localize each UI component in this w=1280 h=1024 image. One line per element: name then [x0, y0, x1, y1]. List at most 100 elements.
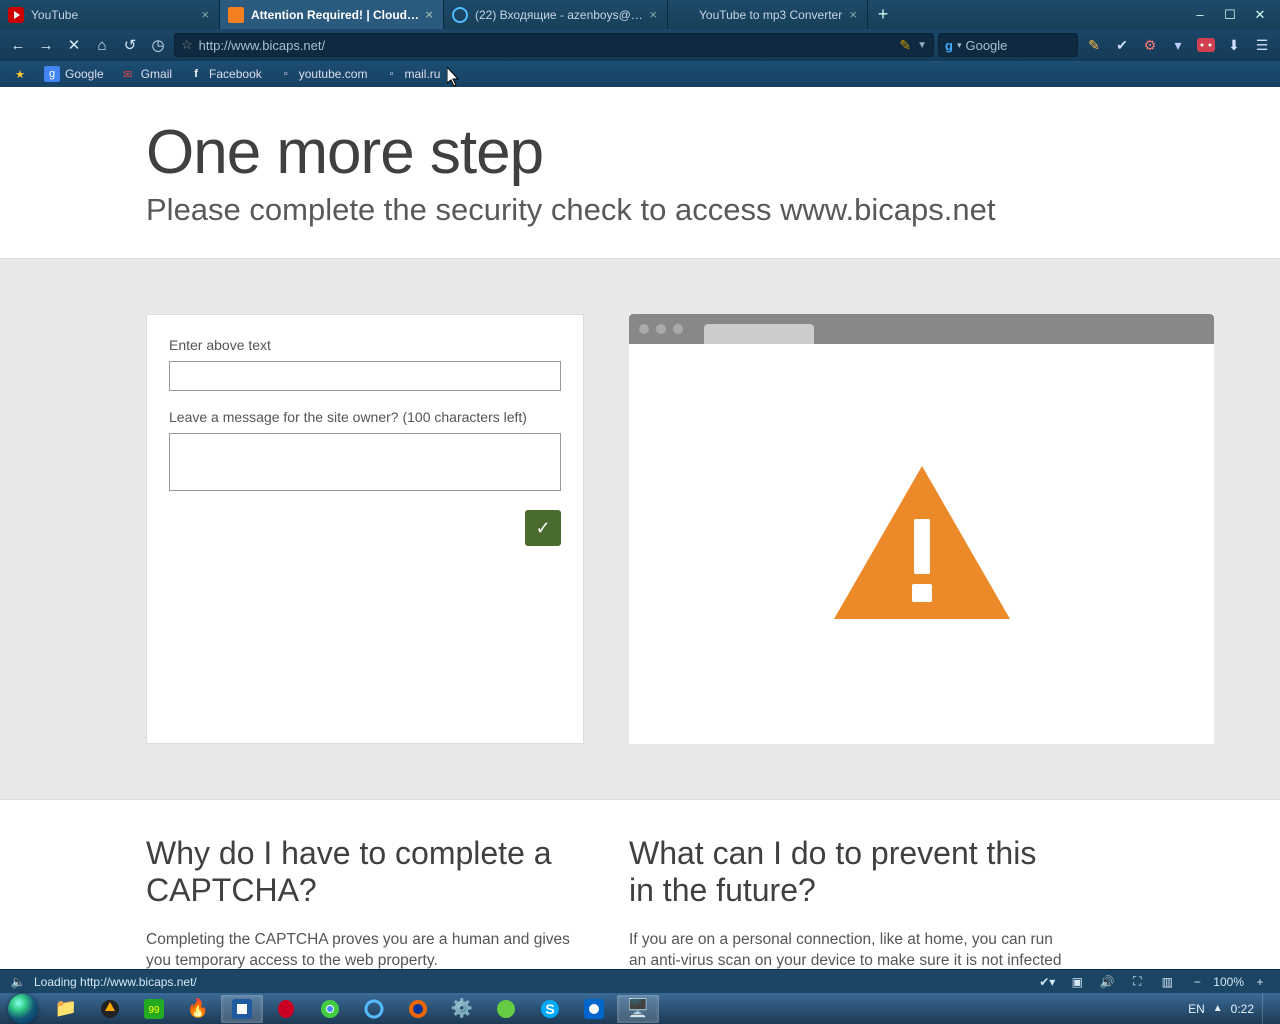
task-ie[interactable] [353, 995, 395, 1023]
home-button[interactable]: ⌂ [90, 33, 114, 57]
cloudflare-icon [228, 7, 244, 23]
show-desktop-button[interactable] [1262, 993, 1274, 1024]
close-button[interactable]: ✕ [1246, 5, 1274, 25]
page-viewport[interactable]: One more step Please complete the securi… [0, 87, 1280, 969]
task-app[interactable]: ⚙️ [441, 995, 483, 1023]
bookmark-label: mail.ru [404, 67, 440, 81]
search-bar[interactable]: g▾ Google [938, 33, 1078, 57]
speaker-icon[interactable]: 🔈 [8, 975, 28, 989]
panel-icon[interactable]: ▣ [1065, 973, 1089, 991]
back-button[interactable]: ← [6, 33, 30, 57]
google-icon: g [945, 38, 953, 53]
settings-icon[interactable]: ⚙ [1138, 33, 1162, 57]
page-icon: ▫ [278, 66, 294, 82]
forward-button[interactable]: → [34, 33, 58, 57]
stop-button[interactable]: ✕ [62, 33, 86, 57]
captcha-input[interactable] [169, 361, 561, 391]
task-browser[interactable] [221, 995, 263, 1023]
extensions-icon[interactable]: ▾ [1166, 33, 1190, 57]
volume-icon[interactable]: 🔊 [1095, 973, 1119, 991]
menu-icon[interactable]: ☰ [1250, 33, 1274, 57]
zoom-in-button[interactable]: + [1248, 973, 1272, 991]
system-tray: EN ▲ 0:22 [1188, 993, 1278, 1024]
task-chrome[interactable] [309, 995, 351, 1023]
wand2-icon[interactable]: ✎ [1082, 33, 1106, 57]
sync-icon[interactable]: ✔ [1110, 33, 1134, 57]
task-teamviewer[interactable] [573, 995, 615, 1023]
task-app[interactable]: 🔥 [177, 995, 219, 1023]
fit-icon[interactable]: ⛶ [1125, 973, 1149, 991]
bookmarks-menu[interactable]: ★ [6, 64, 34, 84]
tab-cloudflare[interactable]: Attention Required! | CloudFlare × [220, 0, 444, 29]
dot-icon [673, 324, 683, 334]
close-icon[interactable]: × [425, 7, 433, 22]
tray-expand-icon[interactable]: ▲ [1213, 1003, 1223, 1014]
dropdown-icon[interactable]: ▼ [917, 40, 927, 51]
tab-youtube[interactable]: YouTube × [0, 0, 220, 29]
reload-button[interactable]: ↺ [118, 33, 142, 57]
bookmarks-bar: ★ gGoogle ✉Gmail fFacebook ▫youtube.com … [0, 61, 1280, 87]
maximize-button[interactable]: ☐ [1216, 5, 1244, 25]
task-explorer[interactable]: 📁 [45, 995, 87, 1023]
new-tab-button[interactable]: + [868, 0, 898, 29]
history-button[interactable]: ◷ [146, 33, 170, 57]
zoom-out-button[interactable]: − [1185, 973, 1209, 991]
bookmark-google[interactable]: g Google [38, 64, 110, 84]
bookmark-facebook[interactable]: fFacebook [182, 64, 268, 84]
dot-icon [639, 324, 649, 334]
close-icon[interactable]: × [849, 7, 857, 22]
youtube-icon [8, 7, 24, 23]
lang-indicator[interactable]: EN [1188, 1002, 1205, 1016]
facebook-icon: f [188, 66, 204, 82]
close-icon[interactable]: × [649, 7, 657, 22]
bookmark-label: Google [65, 67, 104, 81]
browser-illustration [629, 314, 1214, 744]
zoom-value: 100% [1213, 975, 1244, 989]
task-opera[interactable] [265, 995, 307, 1023]
task-firefox[interactable] [397, 995, 439, 1023]
faq-title: Why do I have to complete a CAPTCHA? [146, 835, 584, 909]
captcha-label: Enter above text [169, 337, 561, 353]
page-subtitle: Please complete the security check to ac… [146, 192, 1216, 228]
images-icon[interactable]: ▥ [1155, 973, 1179, 991]
windows-orb-icon [8, 994, 38, 1024]
start-button[interactable] [2, 993, 44, 1024]
submit-button[interactable]: ✓ [525, 510, 561, 546]
downloads-icon[interactable]: ⬇ [1222, 33, 1246, 57]
task-app[interactable]: 99 [133, 995, 175, 1023]
task-app[interactable] [485, 995, 527, 1023]
star-icon: ★ [12, 66, 28, 82]
status-text: Loading http://www.bicaps.net/ [34, 975, 1035, 989]
google-icon: g [44, 66, 60, 82]
sync-status-icon[interactable]: ✔▾ [1035, 973, 1059, 991]
close-icon[interactable]: × [201, 7, 209, 22]
page-icon [676, 7, 692, 23]
task-app[interactable] [89, 995, 131, 1023]
illustration-tab [704, 324, 814, 344]
task-skype[interactable]: S [529, 995, 571, 1023]
svg-text:S: S [545, 1001, 554, 1017]
wand-icon[interactable]: ✎ [899, 37, 911, 54]
nav-bar: ← → ✕ ⌂ ↺ ◷ ☆ ✎ ▼ g▾ Google ✎ ✔ ⚙ ▾ ⬇ ☰ [0, 29, 1280, 61]
bookmark-gmail[interactable]: ✉Gmail [114, 64, 178, 84]
url-input[interactable] [199, 38, 900, 53]
tab-mail[interactable]: (22) Входящие - azenboys@mail... × [444, 0, 668, 29]
gmail-icon: ✉ [120, 66, 136, 82]
dot-icon [656, 324, 666, 334]
clock[interactable]: 0:22 [1231, 1002, 1254, 1016]
bookmark-star-icon[interactable]: ☆ [181, 37, 193, 53]
tab-ytmp3[interactable]: YouTube to mp3 Converter × [668, 0, 868, 29]
faq-col-2: What can I do to prevent this in the fut… [629, 835, 1069, 969]
faq-body: Completing the CAPTCHA proves you are a … [146, 929, 584, 969]
bookmark-mailru[interactable]: ▫mail.ru [377, 64, 446, 84]
url-bar[interactable]: ☆ ✎ ▼ [174, 33, 934, 57]
faq-title: What can I do to prevent this in the fut… [629, 835, 1069, 909]
warning-icon [832, 464, 1012, 624]
search-placeholder: Google [965, 38, 1007, 53]
task-app[interactable]: 🖥️ [617, 995, 659, 1023]
faq-col-1: Why do I have to complete a CAPTCHA? Com… [146, 835, 584, 969]
games-icon[interactable] [1194, 33, 1218, 57]
message-input[interactable] [169, 433, 561, 491]
minimize-button[interactable]: – [1186, 5, 1214, 25]
bookmark-youtube[interactable]: ▫youtube.com [272, 64, 374, 84]
